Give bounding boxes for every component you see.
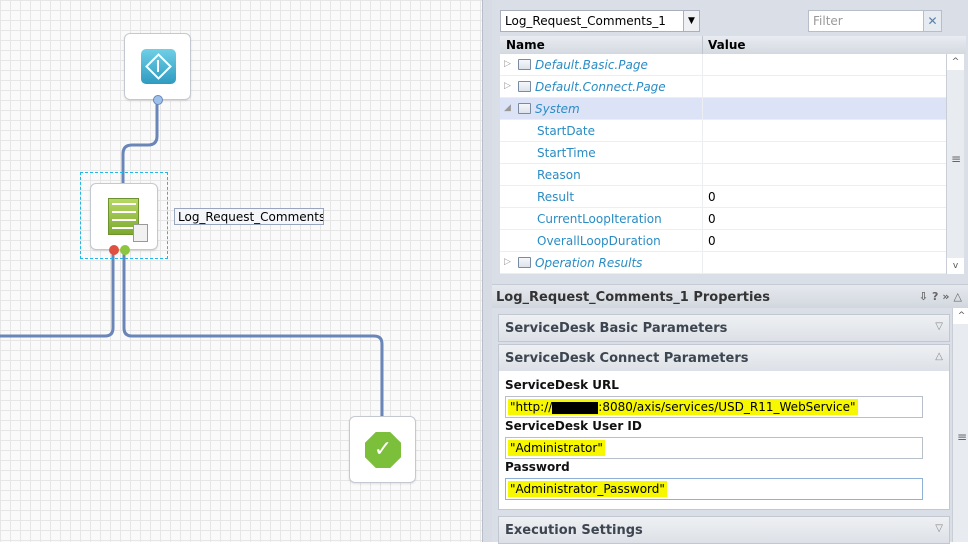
user-id-label: ServiceDesk User ID <box>505 419 642 433</box>
log-request-comments-node[interactable] <box>90 183 158 255</box>
row-name: Default.Basic.Page <box>535 58 648 72</box>
chevron-down-icon[interactable]: ▽ <box>935 523 943 534</box>
filter-placeholder: Filter <box>813 14 843 28</box>
row-name: Reason <box>537 168 581 182</box>
section-title: ServiceDesk Basic Parameters <box>505 321 728 336</box>
success-port-icon[interactable] <box>120 245 130 255</box>
table-row[interactable]: StartDate <box>500 120 946 142</box>
row-name: OverallLoopDuration <box>537 234 661 248</box>
chevron-up-icon[interactable]: △ <box>935 351 943 362</box>
scroll-grip-icon[interactable]: ≡ <box>957 431 967 443</box>
row-value: 0 <box>708 212 716 226</box>
url-label: ServiceDesk URL <box>505 378 619 392</box>
row-value: 0 <box>708 190 716 204</box>
row-name: Result <box>537 190 575 204</box>
start-icon <box>141 49 176 84</box>
collapse-arrow-icon[interactable]: ◢ <box>504 103 511 113</box>
dataset-table: ▷ Default.Basic.Page ▷ Default.Connect.Page… <box>500 54 946 274</box>
help-icon[interactable]: ? <box>932 290 942 303</box>
connector-failure <box>0 252 115 338</box>
properties-scrollbar[interactable]: ^ ≡ <box>952 308 968 542</box>
password-input[interactable]: "Administrator_Password" <box>505 478 923 500</box>
expand-arrow-icon[interactable]: ▷ <box>504 59 511 69</box>
chevron-down-icon[interactable]: ▽ <box>935 321 943 332</box>
section-title: ServiceDesk Connect Parameters <box>505 351 749 366</box>
url-input[interactable]: "http://:8080/axis/services/USD_R11_WebS… <box>505 396 923 418</box>
table-row[interactable]: OverallLoopDuration 0 <box>500 230 946 252</box>
expand-arrow-icon[interactable]: ▷ <box>504 257 511 267</box>
row-name: StartTime <box>537 146 596 160</box>
row-name: Operation Results <box>535 256 643 270</box>
expand-arrow-icon[interactable]: ▷ <box>504 81 511 91</box>
scroll-up-icon[interactable]: ^ <box>953 308 968 324</box>
section-connect-parameters: ServiceDesk Connect Parameters △ ServiceD… <box>498 344 950 510</box>
properties-title: Log_Request_Comments_1 Properties <box>496 290 770 305</box>
table-row[interactable]: ◢ System <box>500 98 946 120</box>
table-scrollbar[interactable]: ^ ≡ v <box>946 54 964 274</box>
pin-icon[interactable]: ⇩ <box>919 290 932 303</box>
failure-port-icon[interactable] <box>109 245 119 255</box>
scroll-down-icon[interactable]: v <box>947 258 964 274</box>
row-name: CurrentLoopIteration <box>537 212 662 226</box>
section-basic-parameters[interactable]: ServiceDesk Basic Parameters ▽ <box>498 314 950 342</box>
section-execution-settings[interactable]: Execution Settings ▽ <box>498 516 950 544</box>
folder-icon <box>518 257 531 268</box>
output-port[interactable] <box>153 95 163 105</box>
table-row[interactable]: ▷ Operation Results <box>500 252 946 274</box>
node-label[interactable]: Log_Request_Comments_ <box>174 208 324 225</box>
scroll-up-icon[interactable]: ^ <box>947 54 964 70</box>
check-icon: ✓ <box>365 432 401 468</box>
end-success-node[interactable]: ✓ <box>349 416 416 483</box>
table-row[interactable]: Reason <box>500 164 946 186</box>
document-icon <box>133 224 148 242</box>
table-row[interactable]: StartTime <box>500 142 946 164</box>
row-name: System <box>535 102 580 116</box>
splitter[interactable] <box>482 0 492 542</box>
selector-value: Log_Request_Comments_1 <box>505 14 666 28</box>
collapse-icon[interactable]: △ <box>954 290 966 303</box>
clear-filter-icon[interactable]: ✕ <box>923 11 941 31</box>
dataset-selector[interactable]: Log_Request_Comments_1 ▼ <box>500 10 700 32</box>
dropdown-arrow-icon[interactable]: ▼ <box>683 11 699 31</box>
folder-icon <box>518 103 531 114</box>
properties-header: Log_Request_Comments_1 Properties ⇩?»△ <box>492 284 968 308</box>
folder-icon <box>518 59 531 70</box>
folder-icon <box>518 81 531 92</box>
row-name: StartDate <box>537 124 595 138</box>
start-node[interactable] <box>124 33 191 105</box>
row-name: Default.Connect.Page <box>535 80 666 94</box>
workflow-canvas[interactable]: Log_Request_Comments_ ✓ <box>0 0 482 542</box>
table-row[interactable]: Result 0 <box>500 186 946 208</box>
password-label: Password <box>505 460 570 474</box>
table-row[interactable]: ▷ Default.Connect.Page <box>500 76 946 98</box>
row-value: 0 <box>708 234 716 248</box>
filter-input[interactable]: Filter ✕ <box>808 10 942 32</box>
section-title: Execution Settings <box>505 523 643 538</box>
connector-success <box>122 252 384 418</box>
table-header: Name Value <box>500 36 966 54</box>
expand-icon[interactable]: » <box>942 290 953 303</box>
table-row[interactable]: ▷ Default.Basic.Page <box>500 54 946 76</box>
column-name[interactable]: Name <box>506 38 545 52</box>
redacted-host <box>552 401 599 414</box>
user-id-input[interactable]: "Administrator" <box>505 437 923 459</box>
right-panel: Log_Request_Comments_1 ▼ Filter ✕ Name V… <box>492 0 968 544</box>
column-value[interactable]: Value <box>708 38 746 52</box>
scroll-grip-icon[interactable]: ≡ <box>951 153 961 165</box>
table-row[interactable]: CurrentLoopIteration 0 <box>500 208 946 230</box>
